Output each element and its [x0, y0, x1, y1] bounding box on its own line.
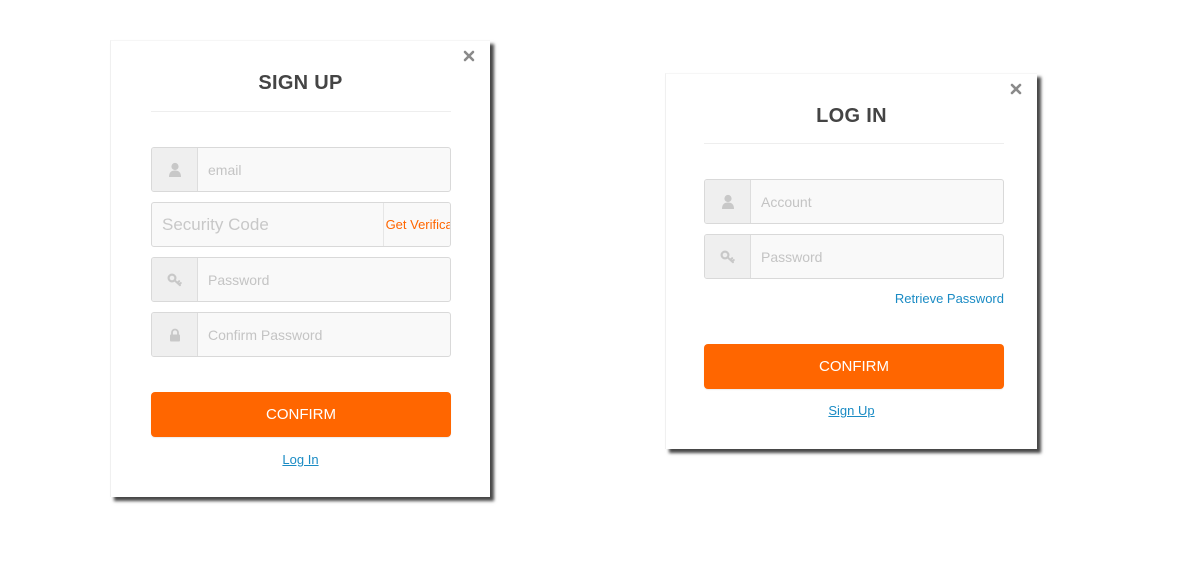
signup-confirm-button[interactable]: CONFIRM: [151, 392, 451, 437]
lock-icon: [169, 328, 180, 341]
signup-dialog: SIGN UP Get Verification Code: [110, 40, 490, 497]
signup-password-field: [151, 257, 451, 302]
get-verification-code-button[interactable]: Get Verification Code: [383, 203, 450, 246]
account-input[interactable]: [751, 180, 1003, 223]
user-icon-addon: [705, 180, 751, 223]
key-icon-addon: [152, 258, 198, 301]
key-icon: [719, 249, 735, 263]
signup-link: Sign Up: [666, 403, 1037, 418]
key-icon-addon: [705, 235, 751, 278]
retrieve-password-link[interactable]: Retrieve Password: [895, 291, 1004, 306]
key-icon: [166, 272, 182, 286]
close-icon: [1010, 83, 1022, 95]
lock-icon-addon: [152, 313, 198, 356]
close-icon: [463, 50, 475, 62]
login-link-text[interactable]: Log In: [282, 452, 318, 467]
user-icon-addon: [152, 148, 198, 191]
security-code-input[interactable]: [152, 203, 383, 246]
signup-confirm-password-field: [151, 312, 451, 357]
signup-security-code-field: Get Verification Code: [151, 202, 451, 247]
login-link: Log In: [111, 452, 490, 467]
retrieve-password-row: Retrieve Password: [704, 291, 1004, 306]
signup-close-button[interactable]: [462, 49, 476, 63]
login-confirm-button[interactable]: CONFIRM: [704, 344, 1004, 389]
password-input[interactable]: [198, 258, 450, 301]
user-icon: [721, 194, 734, 209]
login-password-field: [704, 234, 1004, 279]
signup-divider: [151, 111, 451, 112]
login-close-button[interactable]: [1009, 82, 1023, 96]
signup-title: SIGN UP: [258, 72, 343, 94]
confirm-password-input[interactable]: [198, 313, 450, 356]
login-divider: [704, 143, 1004, 144]
signup-link-text[interactable]: Sign Up: [828, 403, 874, 418]
login-password-input[interactable]: [751, 235, 1003, 278]
login-dialog: LOG IN Retrieve Password CONFIRM Sign Up: [665, 73, 1037, 449]
signup-email-field: [151, 147, 451, 192]
email-input[interactable]: [198, 148, 450, 191]
login-title: LOG IN: [816, 105, 887, 127]
user-icon: [168, 162, 181, 177]
login-account-field: [704, 179, 1004, 224]
